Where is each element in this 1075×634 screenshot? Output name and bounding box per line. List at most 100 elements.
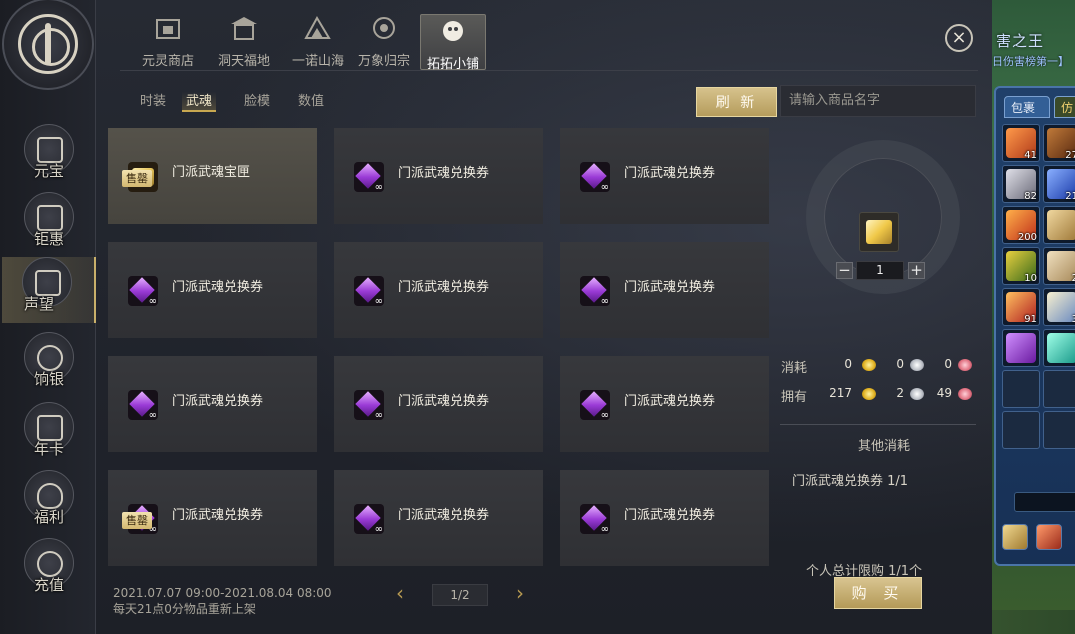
goods-name: 门派武魂兑换券 (172, 508, 264, 523)
quantity-minus-button[interactable]: − (836, 262, 853, 279)
sidebar-item-shengwang[interactable]: 声望 (2, 257, 96, 323)
goods-card[interactable]: ∞ 门派武魂兑换券 (560, 128, 769, 224)
inventory-slot[interactable]: 91 (1002, 288, 1040, 326)
sidebar-item-xiangyin[interactable]: 饷银 (20, 332, 78, 396)
item-icon (1047, 333, 1075, 363)
tab-wanxiang-guizong[interactable]: 万象归宗 (344, 12, 424, 70)
sale-date-range: 2021.07.07 09:00-2021.08.04 08:00 (113, 586, 332, 600)
shop-stall-icon (156, 19, 180, 39)
swirl-icon (373, 17, 395, 39)
inventory-slot-empty[interactable] (1002, 370, 1040, 408)
shop-sidebar: 元宝 钜惠 声望 饷银 年卡 福利 充值 (0, 0, 96, 634)
own-label: 拥有 (781, 390, 808, 405)
inventory-slot-empty[interactable] (1043, 411, 1075, 449)
purple-gem-icon: ∞ (580, 504, 610, 534)
inventory-slot[interactable]: 10 (1002, 247, 1040, 285)
inventory-slot[interactable] (1043, 206, 1075, 244)
inventory-slot[interactable] (1043, 329, 1075, 367)
subtab-wuhun[interactable]: 武魂 (182, 92, 217, 112)
world-rank-title: 害之王 (996, 32, 1045, 50)
purple-gem-icon: ∞ (354, 504, 384, 534)
cost-row: 消耗 0 0 0 (780, 355, 976, 377)
inventory-slot[interactable]: 3 (1043, 288, 1075, 326)
goods-card[interactable]: ∞ 门派武魂兑换券 (334, 356, 543, 452)
inventory-grid: 41 27 82 21 200 10 2 91 3 (1002, 124, 1075, 449)
page-prev-button[interactable]: ‹ (391, 583, 409, 604)
item-icon (1006, 333, 1036, 363)
goods-name: 门派武魂兑换券 (172, 394, 264, 409)
inventory-slot[interactable]: 21 (1043, 165, 1075, 203)
goods-name: 门派武魂兑换券 (172, 280, 264, 295)
item-count: 3 (1072, 314, 1075, 325)
inventory-slot-empty[interactable] (1002, 411, 1040, 449)
unlimited-badge: ∞ (374, 296, 383, 306)
sidebar-item-label: 年卡 (33, 440, 64, 458)
goods-card[interactable]: ∞ 门派武魂兑换券 (560, 356, 769, 452)
goods-name: 门派武魂兑换券 (624, 394, 716, 409)
goods-card[interactable]: ∞ 门派武魂兑换券 (108, 356, 317, 452)
purple-gem-icon: ∞ (580, 162, 610, 192)
goods-card[interactable]: 门派武魂宝匣 售罄 (108, 128, 317, 224)
item-icon (1047, 210, 1075, 240)
inventory-tab-second[interactable]: 仿 (1054, 96, 1075, 118)
tab-label: 元灵商店 (141, 54, 194, 69)
sidebar-item-nianka[interactable]: 年卡 (20, 402, 78, 466)
tab-dongtian-fudi[interactable]: 洞天福地 (204, 12, 284, 70)
cost-red-value: 0 (944, 357, 952, 371)
own-gold-value: 217 (829, 386, 852, 400)
goods-card[interactable]: ∞ 门派武魂兑换券 (560, 242, 769, 338)
cost-gold-value: 0 (844, 357, 852, 371)
subtab-face[interactable]: 脸模 (244, 92, 270, 112)
other-cost-item: 门派武魂兑换券 1/1 (792, 474, 909, 489)
quantity-input[interactable]: 1 (856, 261, 904, 280)
inventory-slot[interactable]: 2 (1043, 247, 1075, 285)
sidebar-item-juhui[interactable]: 钜惠 (20, 192, 78, 256)
sidebar-item-label: 钜惠 (33, 230, 64, 248)
tab-yuanling-shop[interactable]: 元灵商店 (128, 12, 208, 70)
goods-card[interactable]: ∞ 门派武魂兑换券 售罄 (108, 470, 317, 566)
goods-card[interactable]: ∞ 门派武魂兑换券 (108, 242, 317, 338)
inventory-slot[interactable]: 82 (1002, 165, 1040, 203)
sidebar-item-yuanbao[interactable]: 元宝 (20, 124, 78, 188)
buy-button[interactable]: 购 买 (834, 577, 922, 609)
inventory-tab-bag[interactable]: 包裹 (1004, 96, 1050, 118)
inventory-slot[interactable] (1002, 329, 1040, 367)
inventory-scroll-button[interactable] (1002, 524, 1028, 550)
tab-tuotuo-shop[interactable]: 拓拓小铺 (420, 14, 486, 72)
goods-card[interactable]: ∞ 门派武魂兑换券 (334, 128, 543, 224)
shop-logo-icon (2, 0, 94, 90)
red-coin-icon (958, 359, 972, 371)
game-screen: 害之王 日伤害榜第一】 包裹 仿 41 27 82 21 200 10 2 91… (0, 0, 1075, 634)
purple-gem-icon: ∞ (128, 276, 158, 306)
sidebar-item-label: 充值 (33, 576, 64, 594)
shop-panel: 元宝 钜惠 声望 饷银 年卡 福利 充值 元灵商店 洞天福地 一诺山海 万象归宗… (0, 0, 992, 634)
refresh-button[interactable]: 刷 新 (696, 87, 777, 117)
tab-divider (120, 70, 978, 71)
inventory-slot-empty[interactable] (1043, 370, 1075, 408)
goods-card[interactable]: ∞ 门派武魂兑换券 (334, 242, 543, 338)
inventory-slot[interactable]: 41 (1002, 124, 1040, 162)
own-red-value: 49 (936, 386, 952, 400)
item-count: 82 (1024, 191, 1037, 202)
unlimited-badge: ∞ (600, 296, 609, 306)
sidebar-item-chongzhi[interactable]: 充值 (20, 538, 78, 602)
other-cost-title: 其他消耗 (858, 439, 911, 454)
goods-card[interactable]: ∞ 门派武魂兑换券 (334, 470, 543, 566)
sidebar-item-fuli[interactable]: 福利 (20, 470, 78, 534)
inventory-slot[interactable]: 200 (1002, 206, 1040, 244)
goods-card[interactable]: ∞ 门派武魂兑换券 (560, 470, 769, 566)
world-rank-subtitle: 日伤害榜第一】 (992, 55, 1069, 68)
unlimited-badge: ∞ (374, 524, 383, 534)
search-input[interactable]: 请输入商品名字 (780, 85, 976, 117)
sidebar-item-label: 元宝 (33, 162, 64, 180)
subtab-stats[interactable]: 数值 (298, 92, 324, 112)
goods-name: 门派武魂兑换券 (624, 280, 716, 295)
unlimited-badge: ∞ (600, 182, 609, 192)
close-button[interactable]: × (945, 24, 973, 52)
inventory-slot[interactable]: 27 (1043, 124, 1075, 162)
goods-name: 门派武魂兑换券 (398, 508, 490, 523)
inventory-box-button[interactable] (1036, 524, 1062, 550)
subtab-fashion[interactable]: 时装 (140, 92, 166, 112)
page-next-button[interactable]: › (511, 583, 529, 604)
quantity-plus-button[interactable]: + (908, 262, 925, 279)
